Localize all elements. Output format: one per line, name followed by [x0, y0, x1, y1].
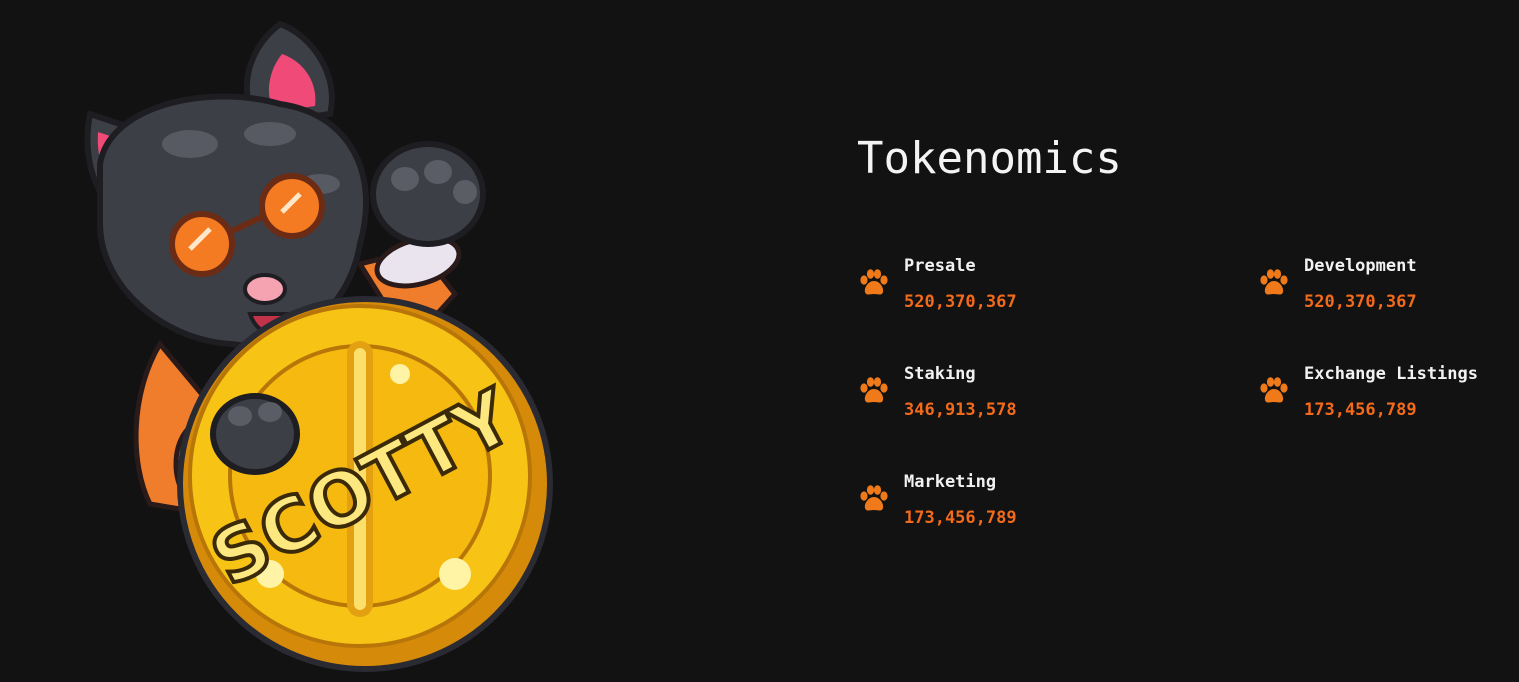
scotty-mascot-illustration: SCOTTY	[60, 14, 560, 674]
paw-icon	[857, 482, 891, 516]
allocation-development: Development 520,370,367	[1257, 256, 1517, 316]
allocation-label: Staking	[904, 364, 976, 384]
allocation-amount: 520,370,367	[1304, 292, 1417, 312]
allocation-presale: Presale 520,370,367	[857, 256, 1117, 316]
paw-icon	[857, 266, 891, 300]
allocation-amount: 346,913,578	[904, 400, 1017, 420]
allocation-exchange-listings: Exchange Listings 173,456,789	[1257, 364, 1517, 424]
paw-icon	[857, 374, 891, 408]
section-title: Tokenomics	[857, 133, 1122, 184]
allocation-label: Exchange Listings	[1304, 364, 1478, 384]
allocation-amount: 173,456,789	[904, 508, 1017, 528]
allocation-amount: 520,370,367	[904, 292, 1017, 312]
allocation-marketing: Marketing 173,456,789	[857, 472, 1117, 532]
allocation-label: Presale	[904, 256, 976, 276]
allocation-amount: 173,456,789	[1304, 400, 1417, 420]
allocation-staking: Staking 346,913,578	[857, 364, 1117, 424]
allocation-label: Development	[1304, 256, 1417, 276]
paw-icon	[1257, 374, 1291, 408]
allocation-label: Marketing	[904, 472, 997, 492]
paw-icon	[1257, 266, 1291, 300]
